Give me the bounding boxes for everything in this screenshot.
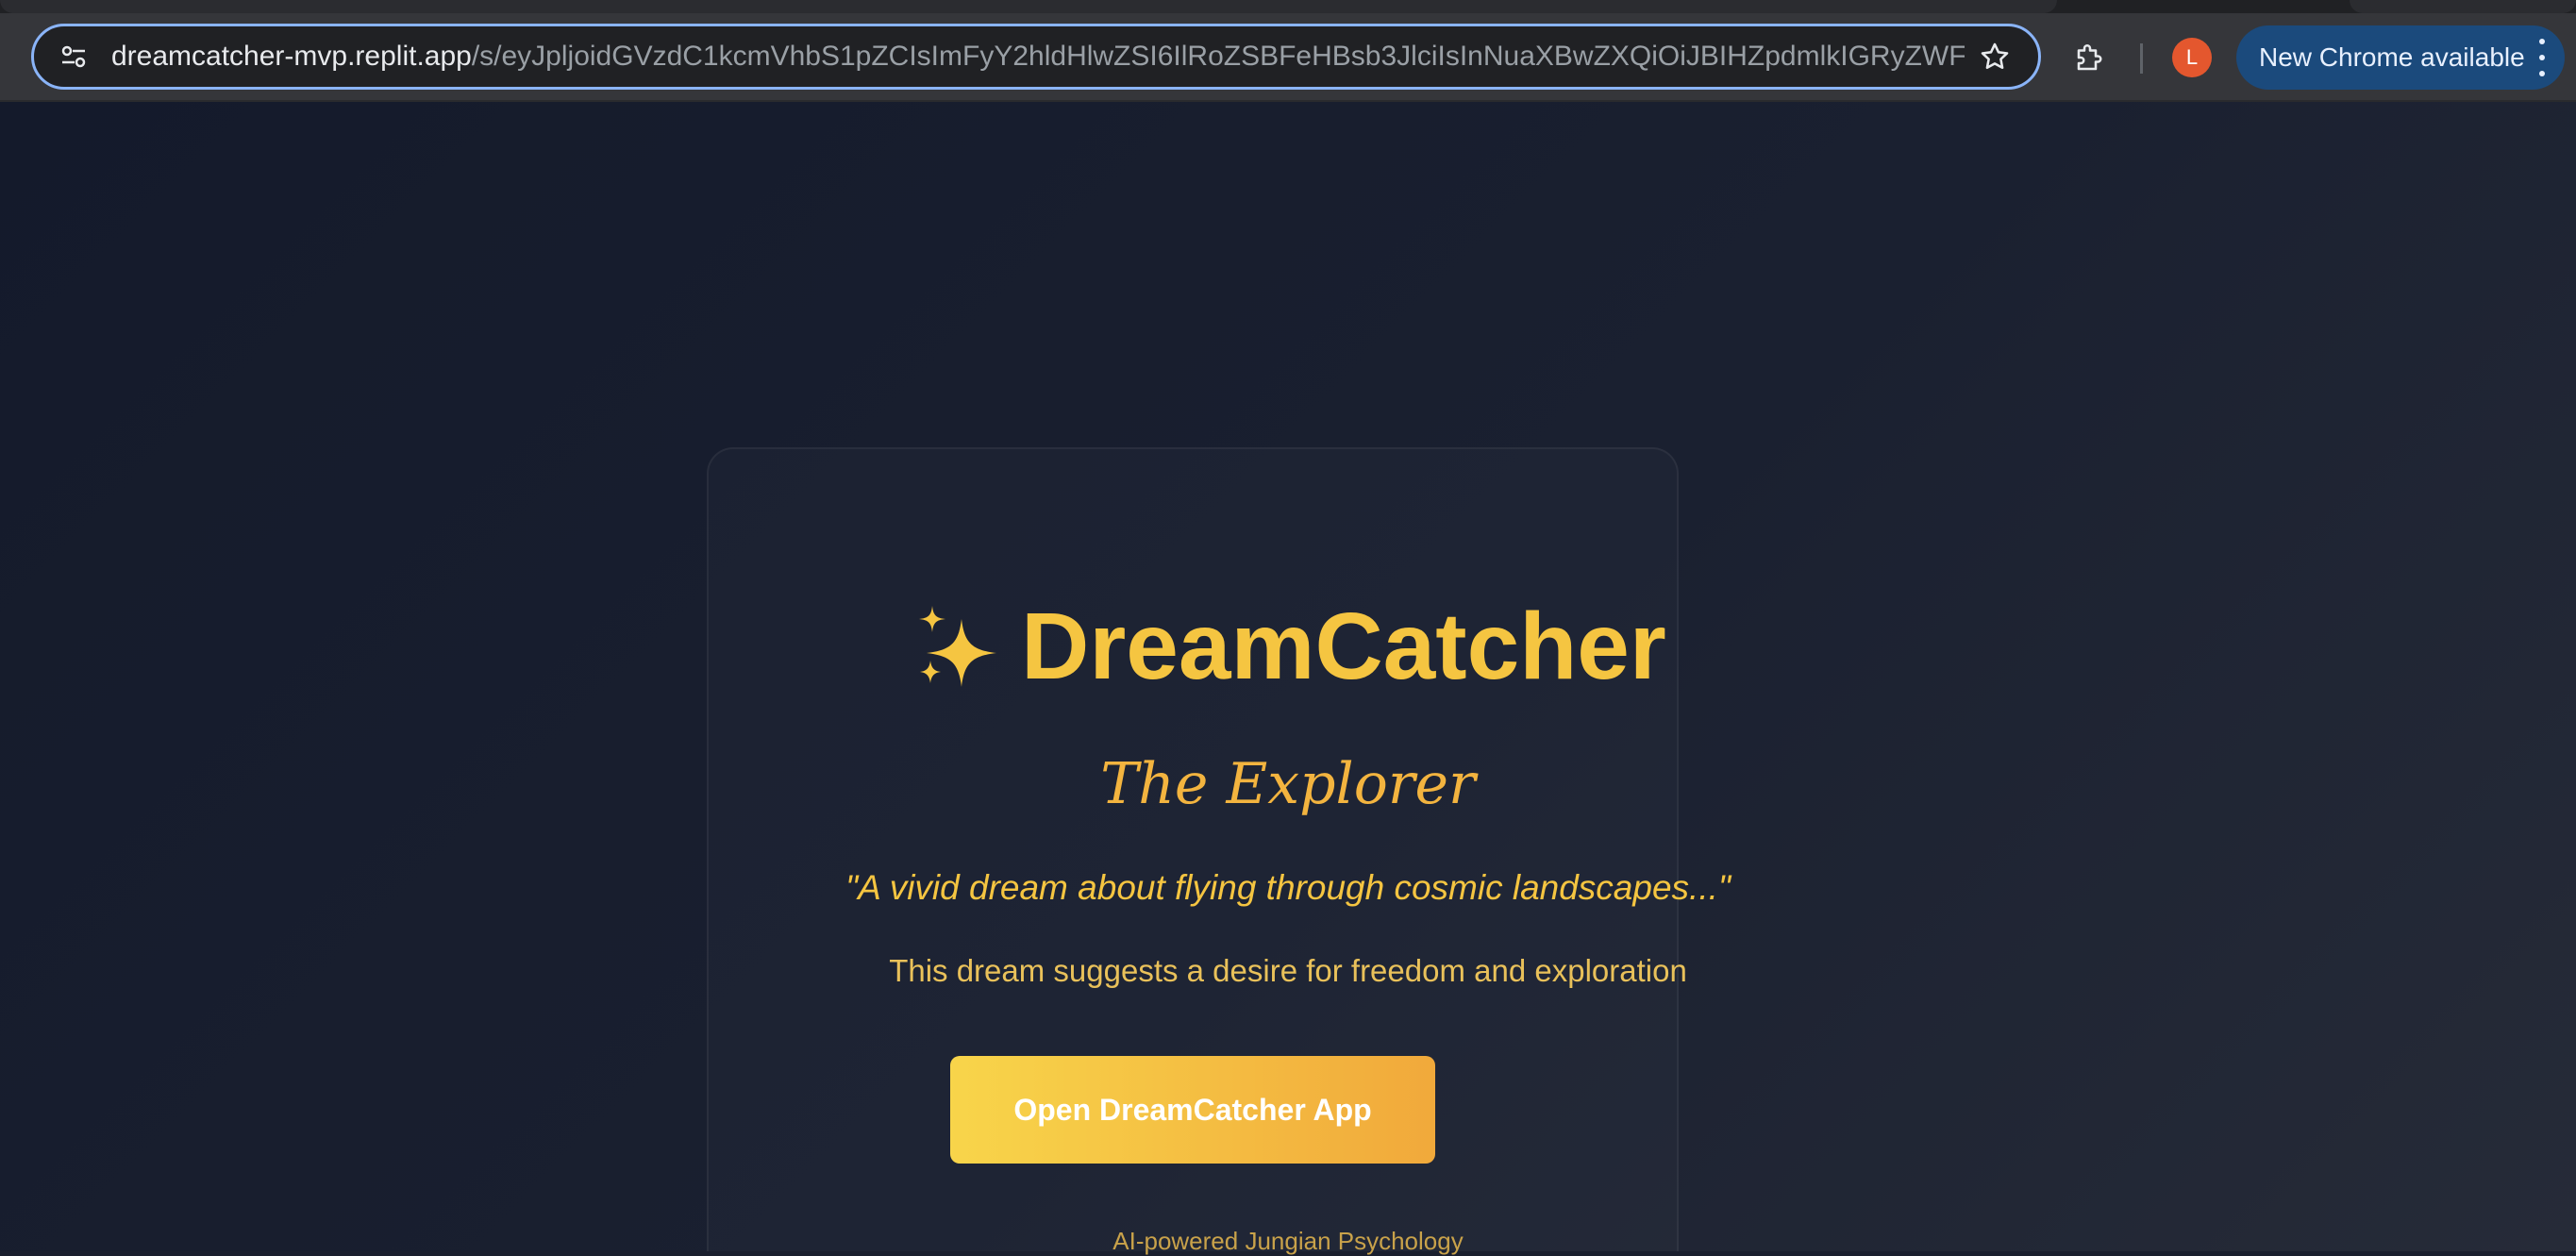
address-bar[interactable]: dreamcatcher-mvp.replit.app/s/eyJpljoidG… — [31, 24, 2041, 90]
url-host: dreamcatcher-mvp.replit.app — [111, 41, 472, 72]
tab-strip — [0, 0, 2576, 13]
sparkles-icon — [910, 600, 1004, 695]
toolbar-divider — [2140, 43, 2143, 74]
puzzle-icon[interactable] — [2057, 28, 2123, 87]
kebab-menu-icon[interactable] — [2536, 39, 2548, 76]
avatar[interactable]: L — [2172, 38, 2212, 77]
star-icon[interactable] — [1965, 26, 2025, 87]
url-text[interactable]: dreamcatcher-mvp.replit.app/s/eyJpljoidG… — [108, 41, 1965, 73]
tab-strip-active-area — [0, 0, 2057, 13]
open-app-button[interactable]: Open DreamCatcher App — [950, 1056, 1435, 1164]
update-chrome-button[interactable]: New Chrome available — [2236, 25, 2565, 90]
tab-strip-right-area — [2350, 0, 2576, 13]
update-chrome-label: New Chrome available — [2259, 42, 2525, 72]
app-title: DreamCatcher — [95, 593, 2481, 701]
browser-toolbar: dreamcatcher-mvp.replit.app/s/eyJpljoidG… — [0, 13, 2576, 102]
footer-tagline: AI-powered Jungian Psychology — [1112, 1227, 1464, 1255]
url-path: /s/eyJpljoidGVzdC1kcmVhbS1pZCIsImFyY2hld… — [471, 41, 1965, 72]
archetype-title: The Explorer — [1100, 751, 1476, 817]
tune-icon[interactable] — [40, 26, 108, 87]
app-title-text: DreamCatcher — [1021, 594, 1666, 699]
dream-snippet: "A vivid dream about flying through cosm… — [845, 868, 1731, 907]
dream-interpretation: This dream suggests a desire for freedom… — [889, 953, 1687, 988]
